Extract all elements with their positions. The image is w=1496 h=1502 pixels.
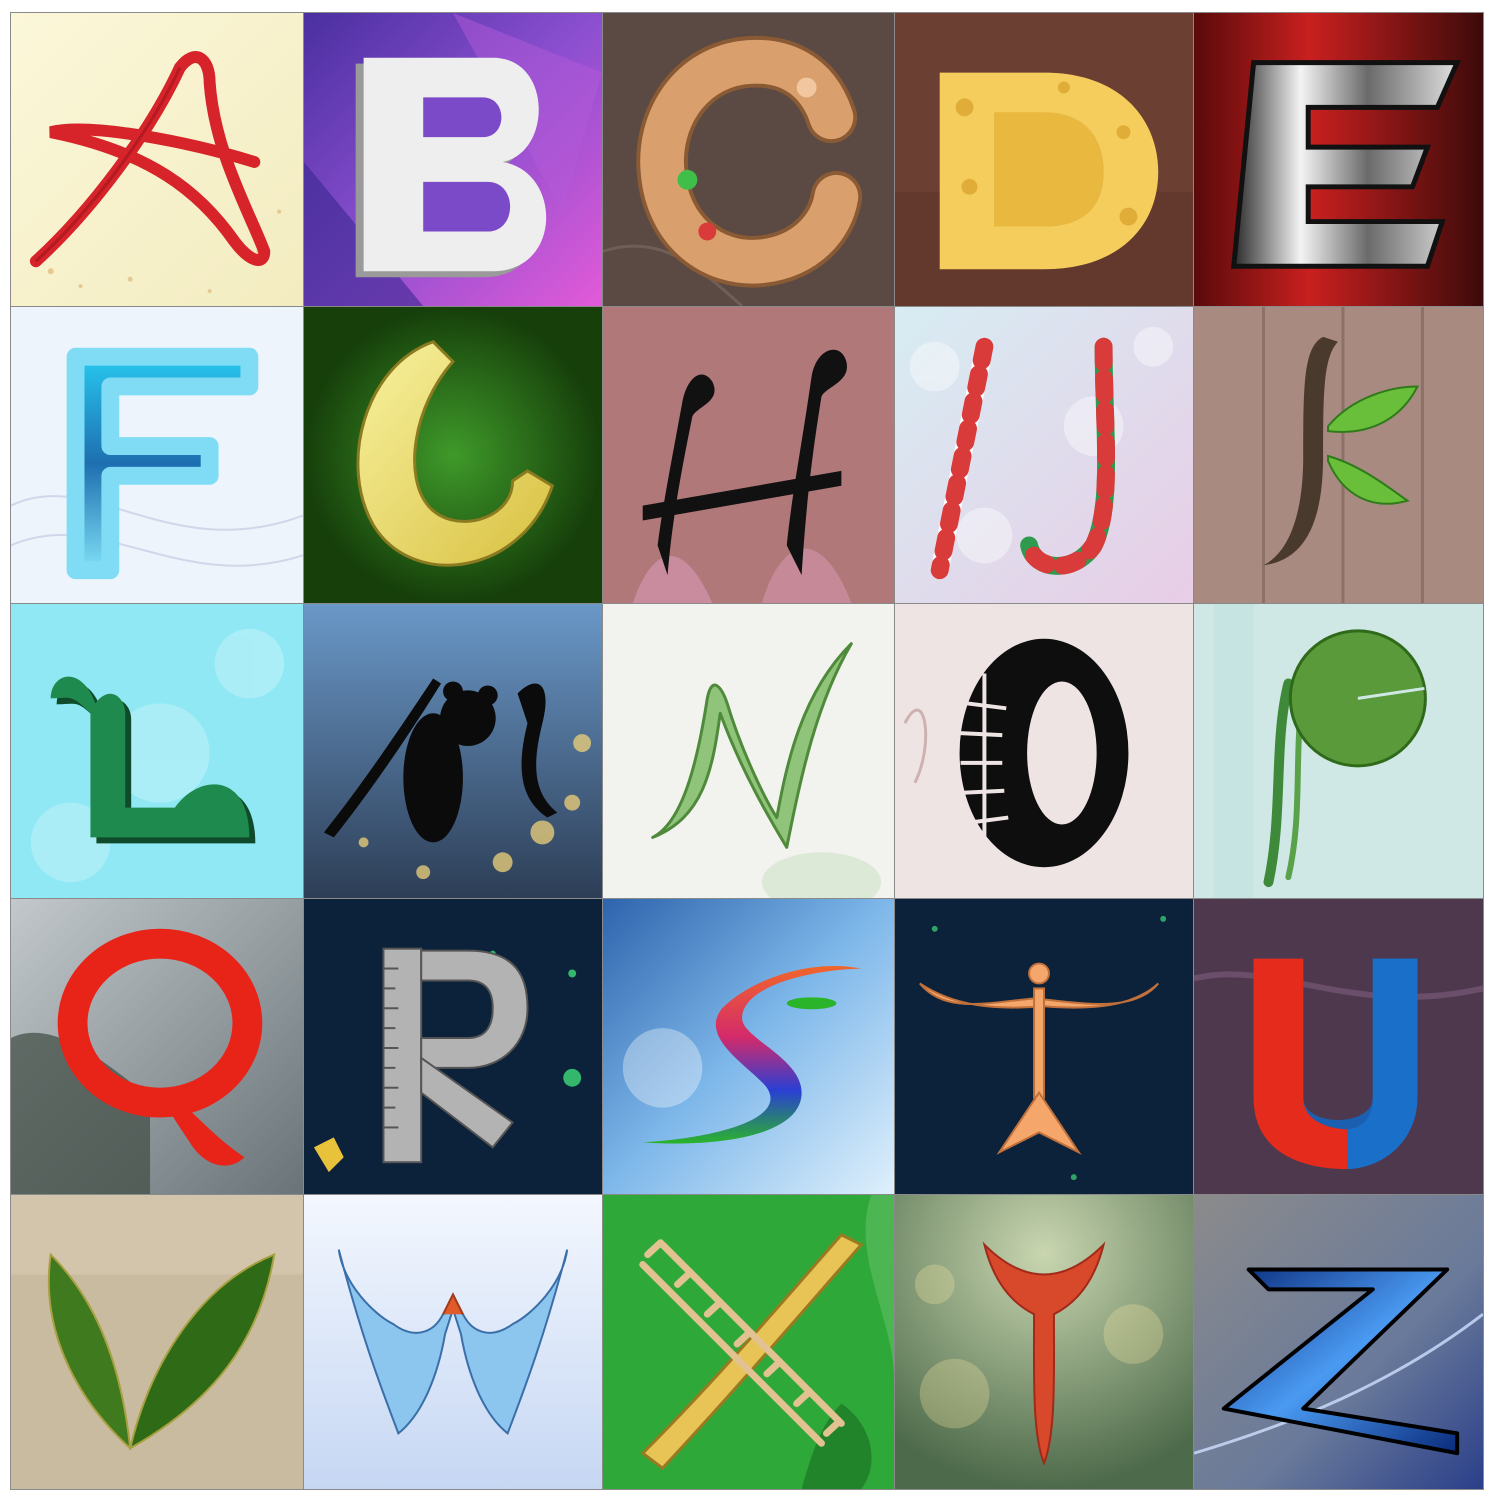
letter-tile-w xyxy=(303,1194,603,1490)
lily-pad-p-icon xyxy=(1263,629,1427,888)
magnet-u-icon xyxy=(1253,958,1418,1170)
letter-tile-x xyxy=(602,1194,895,1490)
letter-tile-m xyxy=(303,603,603,899)
red-fuzzy-q-icon xyxy=(57,928,263,1166)
letter-tile-z xyxy=(1193,1194,1484,1490)
letter-tile-n xyxy=(602,603,895,899)
letter-tile-a xyxy=(10,12,304,307)
letter-tile-v xyxy=(10,1194,304,1490)
letter-tile-b xyxy=(303,12,603,307)
letter-tile-u xyxy=(1193,898,1484,1195)
letter-tile-d xyxy=(894,12,1194,307)
alphabet-grid xyxy=(10,12,1484,1490)
black-music-note-h-icon xyxy=(642,349,847,576)
orange-figure-t-icon xyxy=(919,962,1159,1155)
chrome-metal-e-icon xyxy=(1230,60,1461,269)
cheese-d-icon xyxy=(939,72,1159,270)
green-leaves-v-icon xyxy=(47,1252,276,1451)
letter-tile-f xyxy=(10,306,304,604)
letter-tile-p xyxy=(1193,603,1484,899)
letter-tile-q xyxy=(10,898,304,1195)
ladder-slide-x-icon xyxy=(639,1232,864,1471)
letter-tile-h xyxy=(602,306,895,604)
green-leaf-n-icon xyxy=(651,642,853,849)
letter-tile-ij xyxy=(894,306,1194,604)
letter-tile-l xyxy=(10,603,304,899)
letter-tile-y xyxy=(894,1194,1194,1490)
wood-leaf-k-icon xyxy=(1263,336,1420,566)
tire-o-icon xyxy=(959,638,1129,868)
fish-tail-y-icon xyxy=(982,1241,1106,1466)
letter-tile-g xyxy=(303,306,603,604)
letter-tile-k xyxy=(1193,306,1484,604)
letter-tile-c xyxy=(602,12,895,307)
green-dinosaur-l-icon xyxy=(50,676,256,844)
white-3d-block-b-icon xyxy=(355,57,547,278)
blue-cloud-f-icon xyxy=(66,347,259,580)
letter-tile-r xyxy=(303,898,603,1195)
candy-cane-ij-icon xyxy=(930,337,1115,580)
letter-tile-o xyxy=(894,603,1194,899)
gingerbread-cookie-c-icon xyxy=(636,36,863,288)
letter-tile-s xyxy=(602,898,895,1195)
black-mouse-m-icon xyxy=(323,678,558,843)
letter-tile-t xyxy=(894,898,1194,1195)
yellow-banana-g-icon xyxy=(356,340,555,567)
blue-lightning-z-icon xyxy=(1221,1267,1460,1456)
letter-tile-e xyxy=(1193,12,1484,307)
red-ribbon-a-icon xyxy=(29,51,271,268)
ruler-protractor-r-icon xyxy=(382,947,529,1164)
blue-birds-w-icon xyxy=(337,1249,569,1436)
rainbow-wave-s-icon xyxy=(642,965,862,1144)
